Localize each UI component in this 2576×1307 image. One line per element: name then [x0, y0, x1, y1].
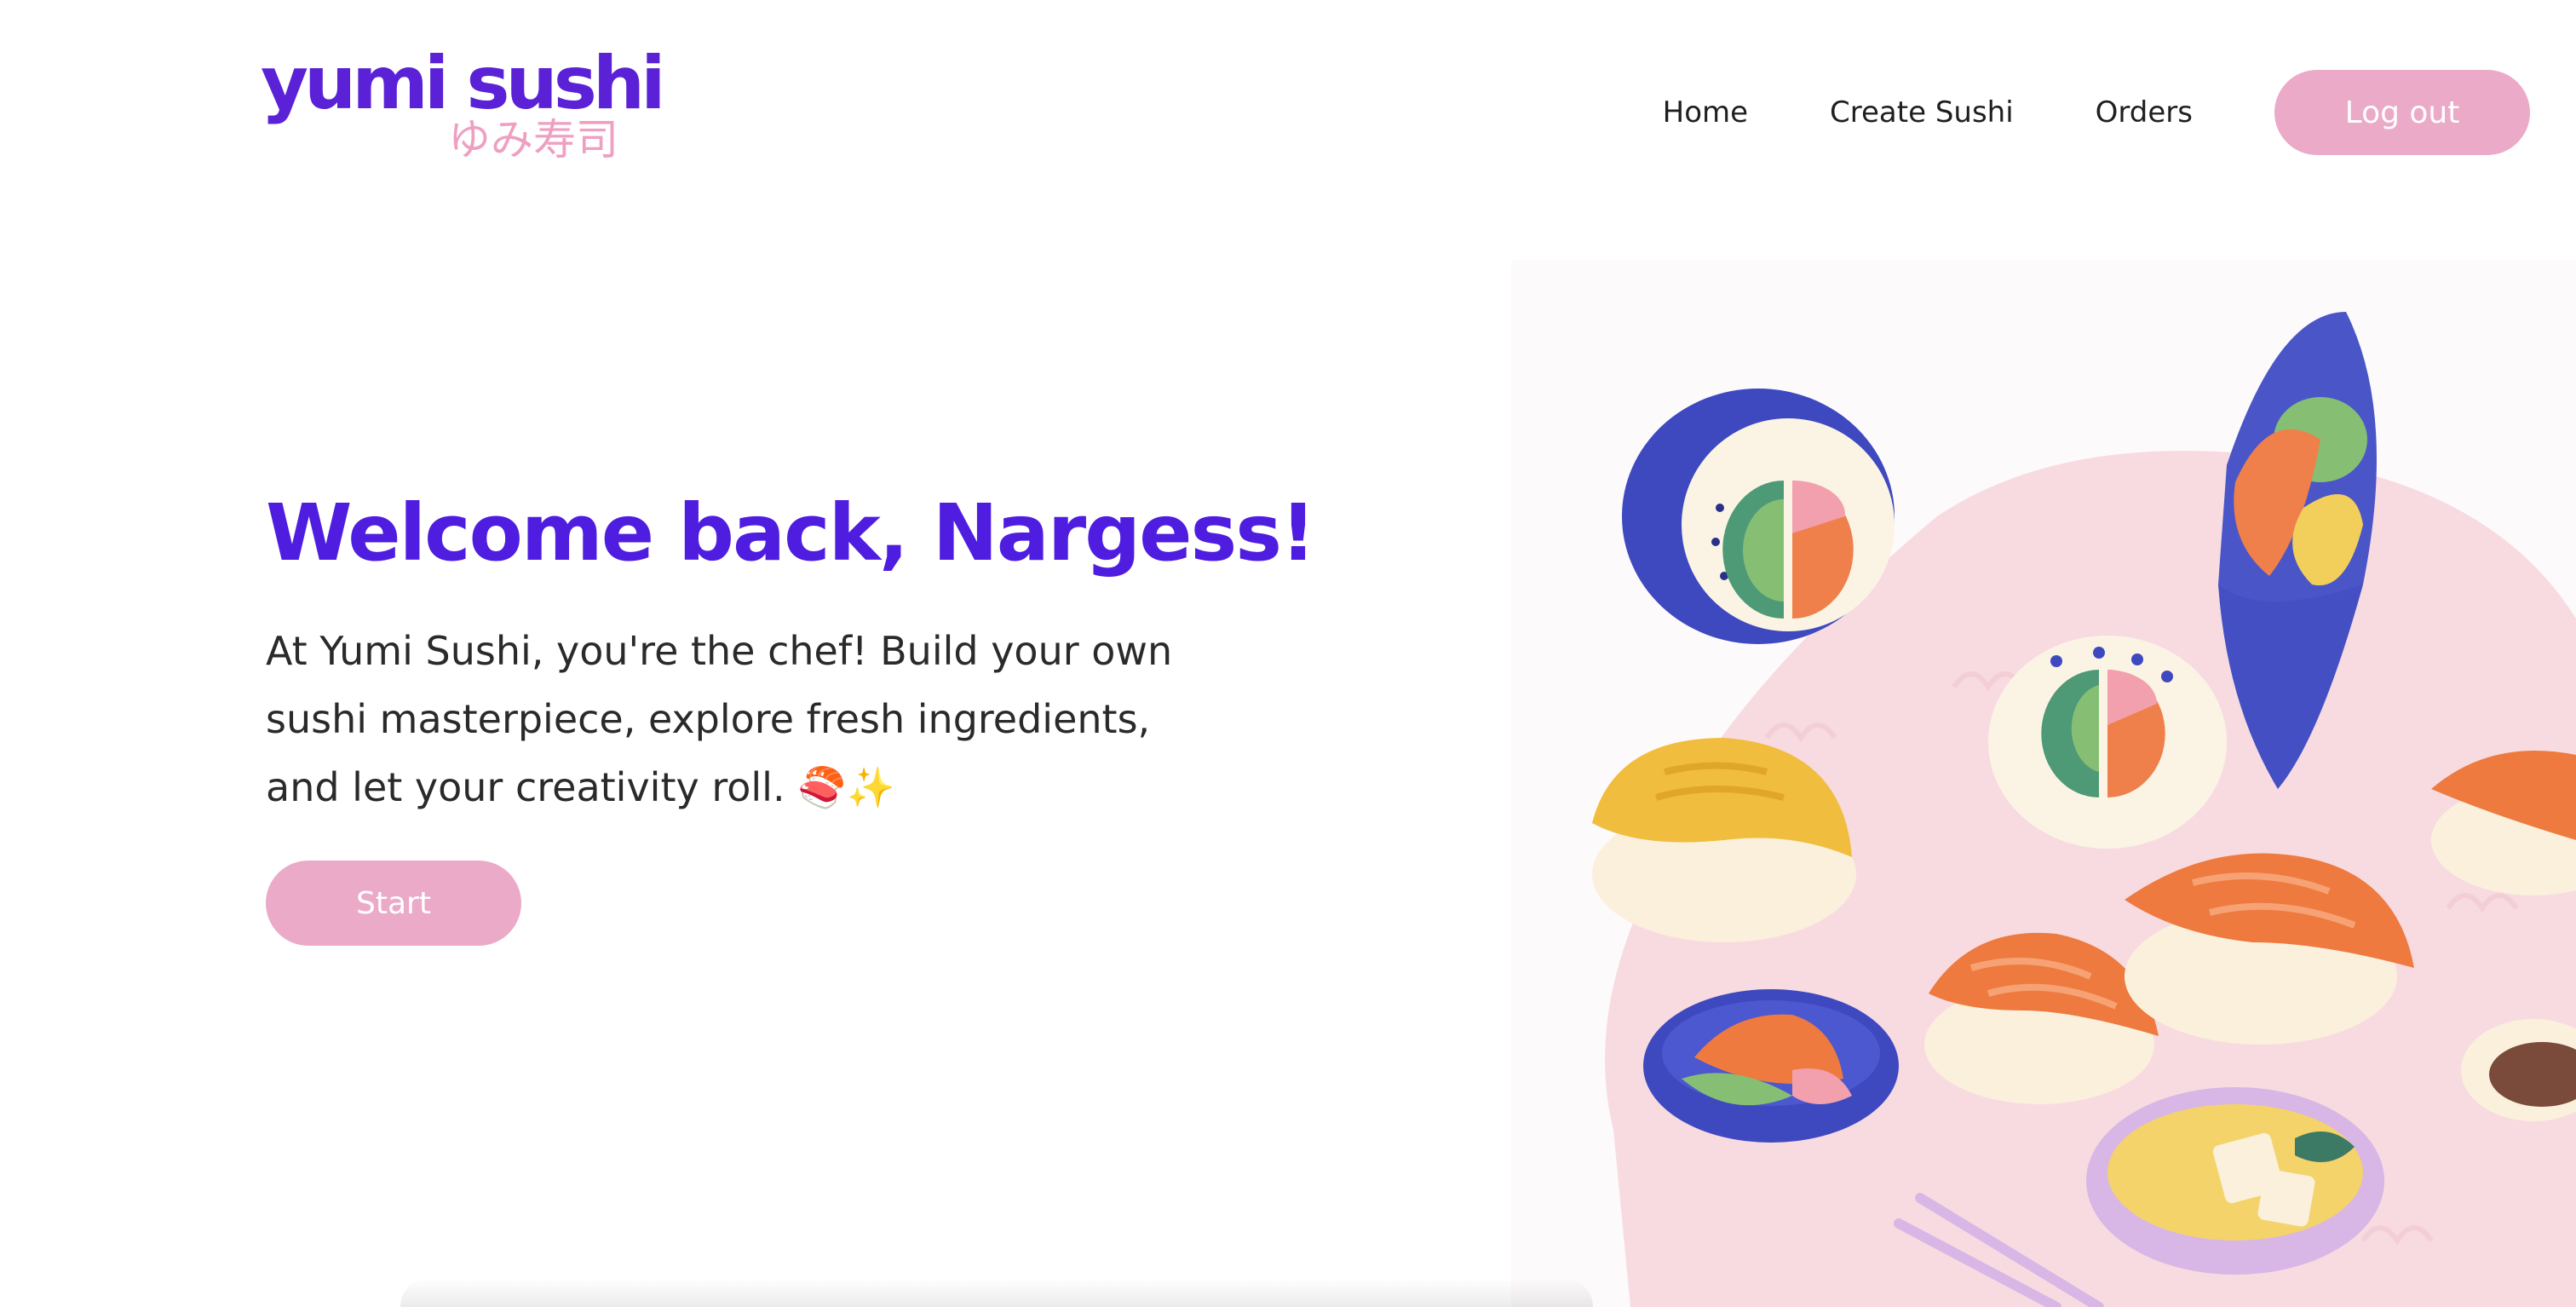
maki-roll — [1622, 389, 1895, 644]
page: yumi sushi ゆみ寿司 Home Create Sushi Orders… — [0, 0, 2576, 1307]
nav-home[interactable]: Home — [1663, 95, 1748, 130]
welcome-description: At Yumi Sushi, you're the chef! Build yo… — [266, 628, 1173, 810]
nav-create-sushi[interactable]: Create Sushi — [1830, 95, 2014, 130]
logo-wordmark: yumi sushi — [261, 41, 666, 126]
start-button[interactable]: Start — [266, 861, 521, 946]
sushi-illustration — [1511, 261, 2576, 1307]
uramaki-roll — [1988, 636, 2227, 849]
logo[interactable]: yumi sushi ゆみ寿司 — [261, 41, 666, 169]
logo-japanese-text: ゆみ寿司 — [448, 115, 618, 164]
salmon-bowl — [1643, 989, 1899, 1143]
welcome-heading: Welcome back, Nargess! — [266, 487, 1316, 579]
logout-button[interactable]: Log out — [2274, 70, 2530, 155]
sushi-table-illustration — [1511, 261, 2576, 1307]
main-nav: Home Create Sushi Orders Log out — [1663, 70, 2530, 155]
bottom-scroll-shadow — [400, 1278, 1593, 1307]
nav-orders[interactable]: Orders — [2096, 95, 2193, 130]
miso-soup-bowl — [2086, 1087, 2384, 1275]
